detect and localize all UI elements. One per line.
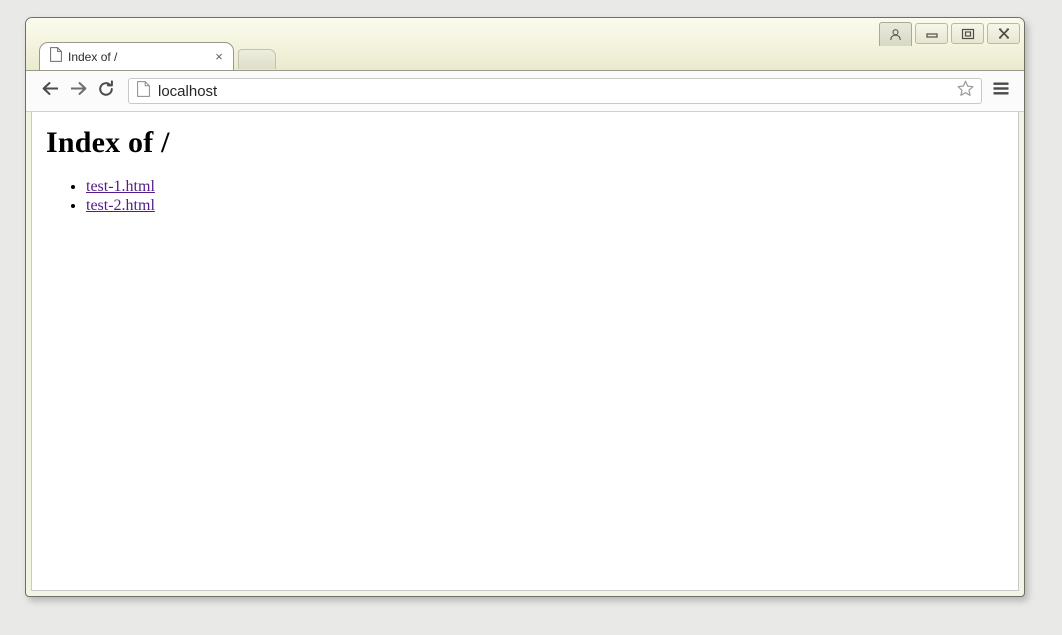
maximize-button[interactable] (951, 23, 984, 44)
omnibox[interactable]: localhost (128, 78, 982, 104)
browser-window: Index of / × localhost Index of / • test… (25, 17, 1025, 597)
reload-icon (97, 79, 115, 103)
forward-button[interactable] (64, 77, 92, 105)
list-item: test-2.html (86, 197, 1018, 215)
maximize-icon (961, 28, 975, 40)
new-tab-button[interactable] (238, 49, 276, 69)
omnibox-url-text: localhost (158, 82, 218, 100)
window-controls (876, 22, 1020, 46)
minimize-icon (925, 29, 939, 39)
reload-button[interactable] (92, 77, 120, 105)
list-item: test-1.html (86, 178, 1018, 196)
page-title: Index of / (46, 126, 170, 159)
tab-index-of[interactable]: Index of / × (39, 42, 234, 70)
bookmark-star-button[interactable] (955, 80, 975, 102)
hamburger-menu-button[interactable] (988, 77, 1014, 105)
back-button[interactable] (36, 77, 64, 105)
directory-link-test-2[interactable]: test-2.html (86, 197, 155, 214)
hamburger-menu-icon (992, 81, 1010, 101)
avatar-button[interactable] (879, 22, 912, 46)
page-viewport: Index of / test-1.html test-2.html (31, 112, 1019, 591)
directory-link-test-1[interactable]: test-1.html (86, 178, 155, 195)
forward-arrow-icon (69, 80, 88, 102)
back-arrow-icon (41, 80, 60, 102)
directory-listing: test-1.html test-2.html (32, 178, 1018, 215)
tab-strip: Index of / × (39, 42, 276, 70)
close-icon (997, 27, 1011, 40)
browser-toolbar: localhost (26, 70, 1024, 112)
close-button[interactable] (987, 23, 1020, 44)
minimize-button[interactable] (915, 23, 948, 44)
window-title-bar: Index of / × (26, 18, 1024, 70)
tab-close-button[interactable]: × (211, 49, 227, 65)
page-icon (137, 80, 150, 102)
page-icon (50, 46, 62, 67)
tab-title: Index of / (68, 49, 118, 64)
person-icon (889, 28, 902, 41)
star-icon (957, 80, 974, 102)
